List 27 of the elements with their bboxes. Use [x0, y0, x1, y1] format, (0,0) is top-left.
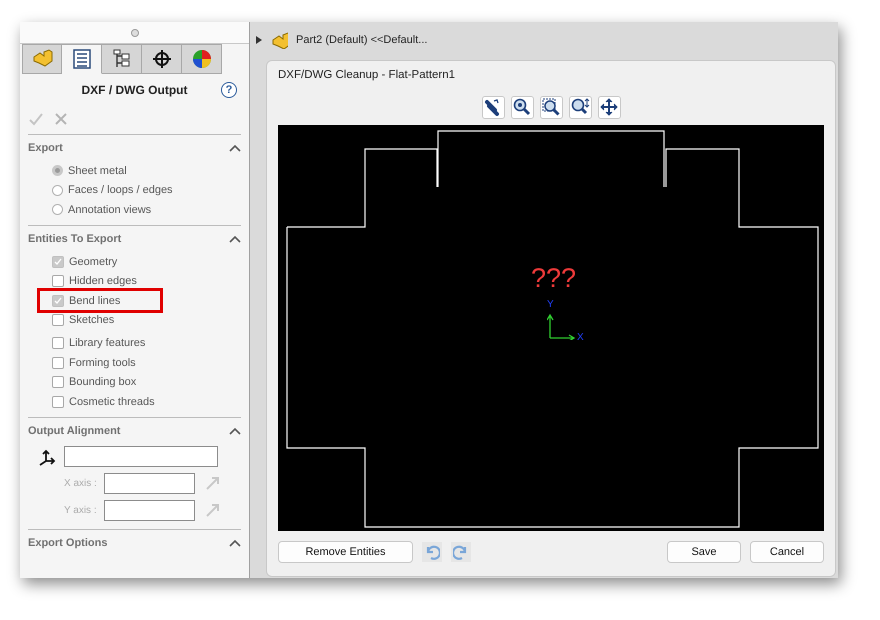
- axis-label: Y axis :: [64, 504, 98, 516]
- remove-entities-button[interactable]: Remove Entities: [278, 541, 413, 563]
- section-title: Output Alignment: [28, 424, 120, 437]
- option-label: Bend lines: [69, 294, 120, 307]
- option-label: Faces / loops / edges: [68, 184, 173, 196]
- axis-y-label: Y: [547, 299, 554, 310]
- panel-title: DXF / DWG Output: [82, 83, 188, 97]
- option-label: Geometry: [69, 256, 118, 268]
- dialog-title: DXF/DWG Cleanup - Flat-Pattern1: [278, 68, 456, 83]
- breadcrumb-text: Part2 (Default) <<Default...: [296, 34, 428, 46]
- question-marks: ???: [531, 263, 576, 294]
- option-label: Cosmetic threads: [69, 396, 155, 408]
- dialog-button[interactable]: Save: [667, 541, 741, 563]
- option-label: Sheet metal: [68, 164, 127, 177]
- option-label: Hidden edges: [69, 275, 137, 288]
- option-label: Bounding box: [69, 376, 136, 388]
- option-label: Sketches: [69, 314, 114, 326]
- option-label: Library features: [69, 336, 146, 349]
- section-title: Export: [28, 142, 63, 154]
- axis-x-label: X: [577, 332, 584, 343]
- option-label: Forming tools: [69, 356, 136, 369]
- axis-label: X axis :: [64, 478, 98, 489]
- dialog-button[interactable]: Cancel: [750, 541, 824, 563]
- option-label: Annotation views: [68, 204, 152, 216]
- section-title: Export Options: [28, 536, 108, 549]
- section-title: Entities To Export: [28, 232, 122, 245]
- help-button[interactable]: ?: [221, 82, 237, 98]
